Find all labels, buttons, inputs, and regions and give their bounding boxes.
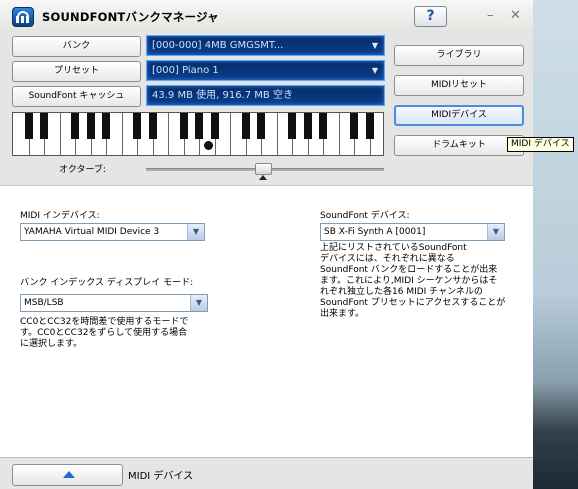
bank-display[interactable]: [000-000] 4MB GMGSMT... ▼: [146, 35, 385, 56]
minimize-icon[interactable]: –: [487, 8, 494, 23]
midi-device-button[interactable]: MIDIデバイス: [394, 105, 524, 126]
bottom-bar: MIDI デバイス: [0, 457, 533, 489]
white-key-divider: [168, 113, 169, 155]
black-key[interactable]: [350, 113, 358, 139]
black-key[interactable]: [71, 113, 79, 139]
drum-kit-button[interactable]: ドラムキット: [394, 135, 524, 156]
chevron-down-icon[interactable]: ▼: [190, 295, 207, 311]
app-icon: [12, 7, 34, 27]
tooltip: MIDI デバイス: [507, 137, 574, 152]
black-key[interactable]: [257, 113, 265, 139]
soundfont-cache-button[interactable]: SoundFont キャッシュ: [12, 86, 141, 107]
close-icon[interactable]: ✕: [510, 8, 521, 23]
white-key-divider: [230, 113, 231, 155]
white-key-divider: [121, 113, 123, 155]
chevron-down-icon[interactable]: ▼: [187, 224, 204, 240]
black-key[interactable]: [24, 113, 33, 139]
soundfont-device-label: SoundFont デバイス:: [320, 211, 410, 221]
soundfont-device-select[interactable]: SB X-Fi Synth A [0001] ▼: [320, 223, 505, 241]
triangle-up-icon: [63, 471, 75, 478]
memory-display: 43.9 MB 使用, 916.7 MB 空き: [146, 85, 385, 106]
black-key[interactable]: [133, 113, 141, 139]
preset-dropdown-icon[interactable]: ▼: [372, 61, 378, 80]
library-button[interactable]: ライブラリ: [394, 45, 524, 66]
black-key[interactable]: [148, 113, 157, 139]
white-key-divider: [338, 113, 340, 155]
black-key[interactable]: [195, 113, 203, 139]
white-key-divider: [59, 113, 61, 155]
octave-label: オクターブ:: [59, 165, 106, 175]
chevron-down-icon[interactable]: ▼: [487, 224, 504, 240]
bank-dropdown-icon[interactable]: ▼: [372, 36, 378, 55]
soundfont-device-description: 上記にリストされているSoundFont デバイスには、それぞれに異なる Sou…: [320, 243, 506, 319]
black-key[interactable]: [210, 113, 219, 139]
panel-name-label: MIDI デバイス: [128, 471, 194, 482]
midi-in-device-value: YAMAHA Virtual MIDI Device 3: [24, 227, 160, 237]
black-key[interactable]: [179, 113, 188, 139]
bank-index-mode-select[interactable]: MSB/LSB ▼: [20, 294, 208, 312]
bank-button[interactable]: バンク: [12, 36, 141, 57]
preset-display[interactable]: [000] Piano 1 ▼: [146, 60, 385, 81]
octave-slider-marker: [259, 175, 267, 180]
collapse-panel-button[interactable]: [12, 464, 123, 486]
midi-reset-button[interactable]: MIDIリセット: [394, 75, 524, 96]
preset-display-text: [000] Piano 1: [152, 65, 219, 76]
bank-index-mode-label: バンク インデックス ディスプレイ モード:: [20, 278, 194, 288]
soundfont-bank-manager-window: SOUNDFONTバンクマネージャ ? – ✕ バンク プリセット SoundF…: [0, 0, 533, 489]
pressed-key-marker: [204, 141, 213, 150]
black-key[interactable]: [288, 113, 296, 139]
window-title: SOUNDFONTバンクマネージャ: [42, 10, 219, 24]
black-key[interactable]: [319, 113, 327, 139]
bank-display-text: [000-000] 4MB GMGSMT...: [152, 40, 284, 51]
piano-keyboard[interactable]: [12, 112, 384, 156]
octave-slider-thumb[interactable]: [255, 163, 272, 175]
bank-index-mode-value: MSB/LSB: [24, 298, 64, 308]
preset-button[interactable]: プリセット: [12, 61, 141, 82]
black-key[interactable]: [86, 113, 95, 139]
help-button[interactable]: ?: [414, 6, 447, 27]
title-bar: SOUNDFONTバンクマネージャ ? – ✕: [0, 0, 533, 32]
bank-index-mode-description: CC0とCC32を時間差で使用するモードで す。CC0とCC32をずらして使用す…: [20, 317, 189, 349]
midi-in-device-select[interactable]: YAMAHA Virtual MIDI Device 3 ▼: [20, 223, 205, 241]
white-key-divider: [276, 113, 278, 155]
black-key[interactable]: [40, 113, 48, 139]
midi-device-panel: MIDI インデバイス: YAMAHA Virtual MIDI Device …: [0, 185, 533, 457]
black-key[interactable]: [303, 113, 312, 139]
black-key[interactable]: [241, 113, 250, 139]
black-key[interactable]: [102, 113, 110, 139]
memory-display-text: 43.9 MB 使用, 916.7 MB 空き: [152, 90, 293, 101]
black-key[interactable]: [365, 113, 374, 139]
soundfont-device-value: SB X-Fi Synth A [0001]: [324, 227, 426, 237]
midi-in-device-label: MIDI インデバイス:: [20, 211, 100, 221]
